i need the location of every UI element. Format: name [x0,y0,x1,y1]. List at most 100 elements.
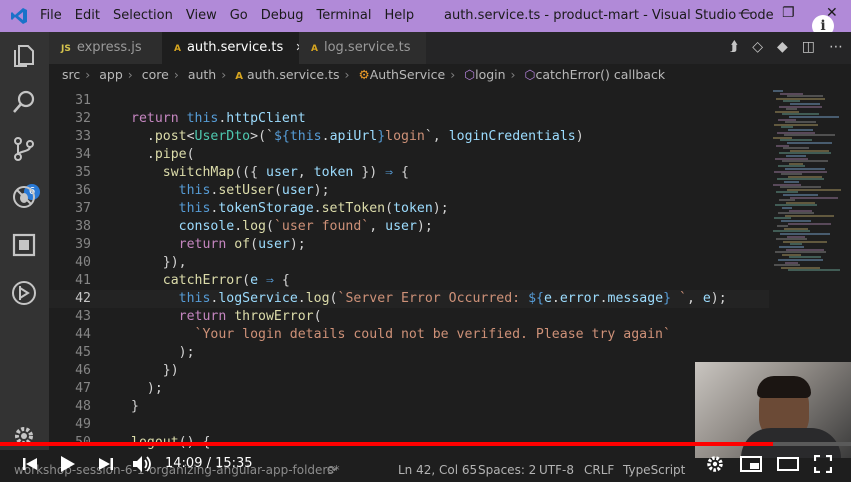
tab-express-js[interactable]: JS express.js [49,32,162,64]
code-token: `user found` [273,219,370,234]
code-line[interactable]: 31 [49,92,769,110]
code-line[interactable]: 32 return this.httpClient [49,110,769,128]
breadcrumb-item[interactable]: catchError() callback [535,67,665,82]
code-token: log [305,291,330,306]
code-token: }), [131,255,187,270]
code-line[interactable]: 36 this.setUser(user); [49,182,769,200]
code-token: token [313,165,354,180]
code-token: switchMap [162,165,235,180]
menu-debug[interactable]: Debug [261,8,304,23]
extensions-icon[interactable] [11,232,37,258]
angular-file-icon: A [235,71,243,82]
menu-file[interactable]: File [40,8,62,23]
menu-terminal[interactable]: Terminal [317,8,372,23]
code-token: . [313,201,322,216]
tab-auth-service-ts[interactable]: Aauth.service.ts ✕ [162,32,305,64]
tab-log-service-ts[interactable]: Alog.service.ts [299,32,426,64]
line-number: 42 [75,291,91,306]
code-token: httpClient [226,111,306,126]
code-token: tokenStorage [218,201,314,216]
code-line[interactable]: 48} [49,398,769,416]
next-icon[interactable] [98,456,114,472]
line-number: 45 [75,345,91,360]
play-icon[interactable] [60,455,76,473]
code-line[interactable]: 40 }), [49,254,769,272]
code-line[interactable]: 41 catchError(e ⇒ { [49,272,769,290]
breadcrumb-item[interactable]: app [99,67,123,82]
code-token: ( [273,183,282,198]
menu-selection[interactable]: Selection [113,8,173,23]
code-line[interactable]: 37 this.tokenStorage.setToken(token); [49,200,769,218]
source-control-icon[interactable] [11,136,37,162]
code-text: catchError(e ⇒ { [131,272,290,290]
code-token: >(` [250,129,274,144]
code-line[interactable]: 42 this.logService.log(`Server Error Occ… [49,290,769,308]
breadcrumb-item[interactable]: src [62,67,80,82]
code-line[interactable]: 35 switchMap(({ user, token }) ⇒ { [49,164,769,182]
explorer-icon[interactable] [11,42,37,68]
code-token: ( [329,291,338,306]
code-line[interactable]: 33 .post<UserDto>(`${this.apiUrl}login`,… [49,128,769,146]
code-line[interactable]: 45 ); [49,344,769,362]
debug-icon[interactable] [11,184,37,210]
code-token: . [234,219,243,234]
remote-icon[interactable] [11,280,37,306]
prev-icon[interactable] [22,456,38,472]
search-icon[interactable] [11,89,37,115]
code-line[interactable]: 43 return throwError( [49,308,769,326]
minimap[interactable] [769,86,851,386]
more-actions-icon[interactable]: ⋯ [829,39,843,55]
code-token: ⇒ [385,165,394,180]
theater-icon[interactable] [777,457,799,471]
code-token: }) [131,363,179,378]
method-icon: ⬡ [464,67,476,82]
code-text: }), [131,254,187,272]
code-token: console [178,219,235,234]
code-line[interactable]: 46 }) [49,362,769,380]
code-token: logService [218,291,298,306]
code-token: message [607,291,664,306]
line-number: 43 [75,309,91,324]
code-line[interactable]: 38 console.log(`user found`, user); [49,218,769,236]
git-compare-icon[interactable]: ◆ [777,39,788,55]
volume-icon[interactable] [132,455,152,473]
breadcrumb-item[interactable]: login [475,67,505,82]
maximize-button[interactable]: ❐ [782,5,795,21]
code-token: (({ [234,165,266,180]
editor-actions: ⮭ ◇ ◆ ◫ ⋯ [730,39,843,55]
miniplayer-icon[interactable] [740,456,762,472]
code-line[interactable]: 47 ); [49,380,769,398]
code-editor[interactable]: 31 32 return this.httpClient 33 .post<UserD… [49,86,769,450]
minimize-button[interactable]: — [738,5,752,21]
code-line[interactable]: 44 `Your login details could not be veri… [49,326,769,344]
code-token: ); [432,201,449,216]
code-token: loginCredentials [448,129,576,144]
split-editor-icon[interactable]: ◫ [802,39,815,55]
line-number: 49 [75,417,91,432]
breadcrumb-item[interactable]: auth [188,67,216,82]
tab-label: express.js [76,40,142,55]
go-back-icon[interactable]: ◇ [752,39,763,55]
breadcrumb-item[interactable]: core [142,67,169,82]
menu-edit[interactable]: Edit [75,8,100,23]
code-line[interactable]: 49 [49,416,769,434]
code-line[interactable]: 39 return of(user); [49,236,769,254]
menu-view[interactable]: View [186,8,217,23]
code-token: ); [289,237,306,252]
code-token: user [266,165,298,180]
open-changes-icon[interactable]: ⮭ [730,39,738,55]
code-token: `Your login details could not be verifie… [194,327,671,342]
minimap-line [790,196,838,199]
fullscreen-icon[interactable] [814,455,832,473]
settings-icon[interactable] [706,455,724,473]
code-line[interactable]: 34 .pipe( [49,146,769,164]
editor-tabs: JS express.js Aauth.service.ts ✕ Alog.ser… [49,32,851,64]
menu-help[interactable]: Help [384,8,414,23]
code-token: ${ [528,291,544,306]
breadcrumb-item[interactable]: AuthService [370,67,446,82]
code-token: this [289,129,322,144]
menu-go[interactable]: Go [230,8,248,23]
code-token: token [393,201,433,216]
breadcrumb-item[interactable]: auth.service.ts [247,67,340,82]
